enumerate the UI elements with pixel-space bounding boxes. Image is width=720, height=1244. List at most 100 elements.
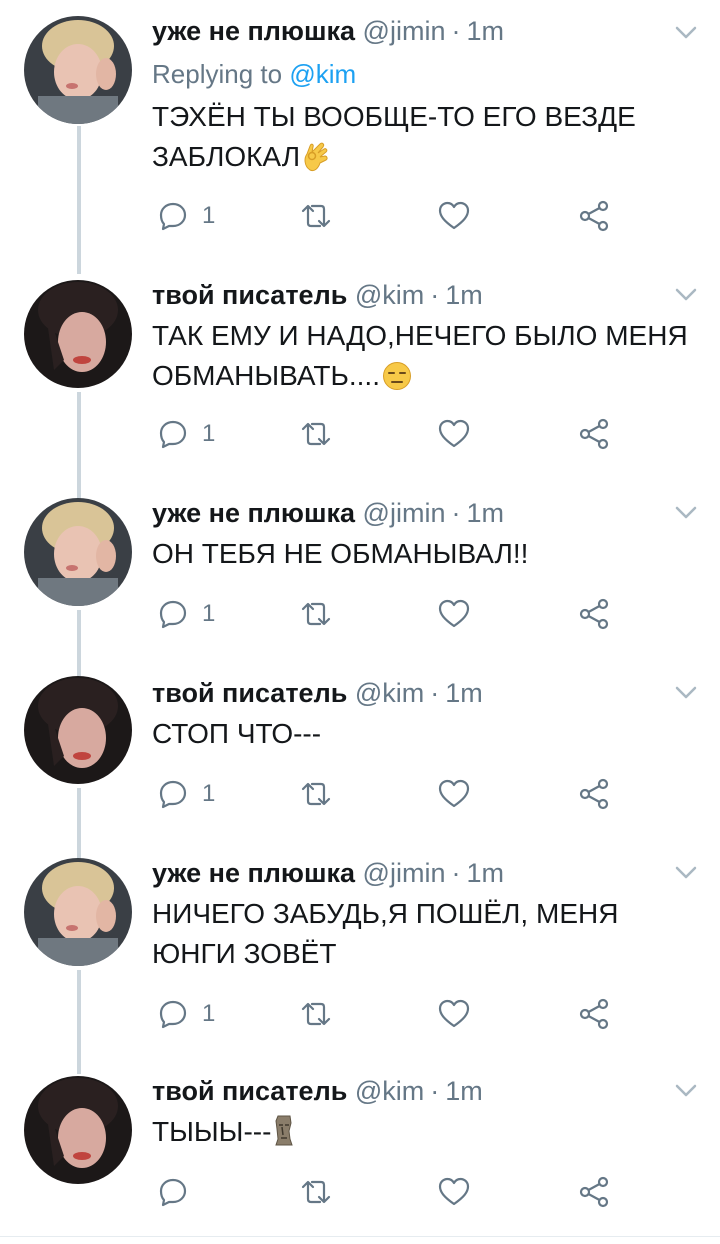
timestamp[interactable]: 1m — [445, 678, 483, 708]
share-button[interactable] — [578, 1172, 610, 1212]
retweet-button[interactable] — [298, 774, 334, 814]
chevron-down-icon[interactable] — [672, 18, 700, 46]
thread-connector — [77, 610, 81, 676]
share-button[interactable] — [578, 414, 610, 454]
display-name[interactable]: уже не плюшка — [152, 16, 355, 46]
display-name[interactable]: твой писатель — [152, 280, 347, 310]
timestamp[interactable]: 1m — [466, 16, 504, 46]
user-handle[interactable]: @kim — [355, 678, 424, 708]
tweet-text-content: ОН ТЕБЯ НЕ ОБМАНЫВАЛ!! — [152, 538, 529, 569]
separator-dot: · — [430, 678, 440, 708]
heart-icon — [438, 599, 470, 628]
reply-button[interactable]: 1 — [158, 594, 215, 634]
timestamp[interactable]: 1m — [466, 858, 504, 888]
tweet-actions: 1 — [152, 594, 632, 634]
like-button[interactable] — [438, 196, 470, 236]
tweet-header: уже не плюшка @jimin · 1m — [152, 496, 504, 530]
tweet-actions: 1 — [152, 196, 632, 236]
expressionless-face-emoji-icon — [383, 362, 411, 390]
timestamp[interactable]: 1m — [466, 498, 504, 528]
replying-to: Replying to @kim — [152, 57, 356, 91]
tweet-header: уже не плюшка @jimin · 1m — [152, 856, 504, 890]
user-handle[interactable]: @jimin — [363, 16, 446, 46]
retweet-button[interactable] — [298, 994, 334, 1034]
reply-count: 1 — [202, 202, 216, 229]
user-handle[interactable]: @kim — [355, 1076, 424, 1106]
reply-icon — [159, 1000, 187, 1029]
display-name[interactable]: уже не плюшка — [152, 858, 355, 888]
share-button[interactable] — [578, 594, 610, 634]
reply-button[interactable] — [158, 1172, 202, 1212]
like-button[interactable] — [438, 1172, 470, 1212]
tweet-actions: 1 — [152, 774, 632, 814]
like-button[interactable] — [438, 994, 470, 1034]
retweet-icon — [301, 602, 331, 626]
avatar[interactable] — [24, 1076, 132, 1184]
chevron-down-icon[interactable] — [672, 1076, 700, 1104]
reply-count: 1 — [202, 1000, 216, 1027]
user-handle[interactable]: @kim — [355, 280, 424, 310]
share-button[interactable] — [578, 774, 610, 814]
thread-connector — [77, 788, 81, 860]
ok-hand-emoji-icon — [304, 142, 328, 172]
bottom-divider — [0, 1236, 720, 1237]
reply-button[interactable]: 1 — [158, 414, 215, 454]
share-button[interactable] — [578, 994, 610, 1034]
avatar[interactable] — [24, 16, 132, 124]
like-button[interactable] — [438, 414, 470, 454]
reply-button[interactable]: 1 — [158, 994, 215, 1034]
heart-icon — [438, 1177, 470, 1206]
tweet-text: СТОП ЧТО--- — [152, 714, 712, 754]
avatar[interactable] — [24, 498, 132, 606]
display-name[interactable]: твой писатель — [152, 678, 347, 708]
retweet-button[interactable] — [298, 414, 334, 454]
chevron-down-icon[interactable] — [672, 498, 700, 526]
reply-icon — [159, 420, 187, 449]
tweet-text-content: СТОП ЧТО--- — [152, 718, 322, 749]
tweet-header: твой писатель @kim · 1m — [152, 676, 483, 710]
timestamp[interactable]: 1m — [445, 280, 483, 310]
avatar[interactable] — [24, 858, 132, 966]
thread-connector — [77, 126, 81, 274]
like-button[interactable] — [438, 774, 470, 814]
tweet-actions: 1 — [152, 994, 632, 1034]
reply-button[interactable]: 1 — [158, 196, 215, 236]
share-icon — [579, 998, 609, 1030]
avatar[interactable] — [24, 280, 132, 388]
chevron-down-icon[interactable] — [672, 858, 700, 886]
share-icon — [579, 1176, 609, 1208]
separator-dot: · — [430, 1076, 440, 1106]
retweet-button[interactable] — [298, 1172, 334, 1212]
share-icon — [579, 598, 609, 630]
tweet-header: твой писатель @kim · 1m — [152, 278, 483, 312]
chevron-down-icon[interactable] — [672, 280, 700, 308]
retweet-button[interactable] — [298, 196, 334, 236]
tweet-thread: уже не плюшка @jimin · 1m Replying to @kim… — [0, 0, 720, 1244]
timestamp[interactable]: 1m — [445, 1076, 483, 1106]
heart-icon — [438, 999, 470, 1028]
tweet-text: ТЭХЁН ТЫ ВООБЩЕ-ТО ЕГО ВЕЗДЕ ЗАБЛОКАЛ — [152, 97, 712, 177]
display-name[interactable]: уже не плюшка — [152, 498, 355, 528]
retweet-button[interactable] — [298, 594, 334, 634]
thread-connector — [77, 392, 81, 500]
tweet-text-content: НИЧЕГО ЗАБУДЬ,Я ПОШЁЛ, МЕНЯ ЮНГИ ЗОВЁТ — [152, 898, 619, 969]
user-handle[interactable]: @jimin — [363, 498, 446, 528]
reply-button[interactable]: 1 — [158, 774, 215, 814]
separator-dot: · — [451, 498, 461, 528]
tweet-text: ОН ТЕБЯ НЕ ОБМАНЫВАЛ!! — [152, 534, 712, 574]
reply-count: 1 — [202, 600, 216, 627]
share-icon — [579, 418, 609, 450]
tweet-header: уже не плюшка @jimin · 1m — [152, 14, 504, 48]
replying-prefix: Replying to — [152, 59, 290, 89]
mention-link[interactable]: @kim — [289, 59, 356, 89]
display-name[interactable]: твой писатель — [152, 1076, 347, 1106]
reply-icon — [159, 1178, 187, 1207]
like-button[interactable] — [438, 594, 470, 634]
chevron-down-icon[interactable] — [672, 678, 700, 706]
user-handle[interactable]: @jimin — [363, 858, 446, 888]
tweet-text-content: ТАК ЕМУ И НАДО,НЕЧЕГО БЫЛО МЕНЯ ОБМАНЫВА… — [152, 320, 688, 391]
moai-emoji-icon — [275, 1115, 294, 1146]
share-button[interactable] — [578, 196, 610, 236]
tweet-text: НИЧЕГО ЗАБУДЬ,Я ПОШЁЛ, МЕНЯ ЮНГИ ЗОВЁТ — [152, 894, 712, 974]
avatar[interactable] — [24, 676, 132, 784]
